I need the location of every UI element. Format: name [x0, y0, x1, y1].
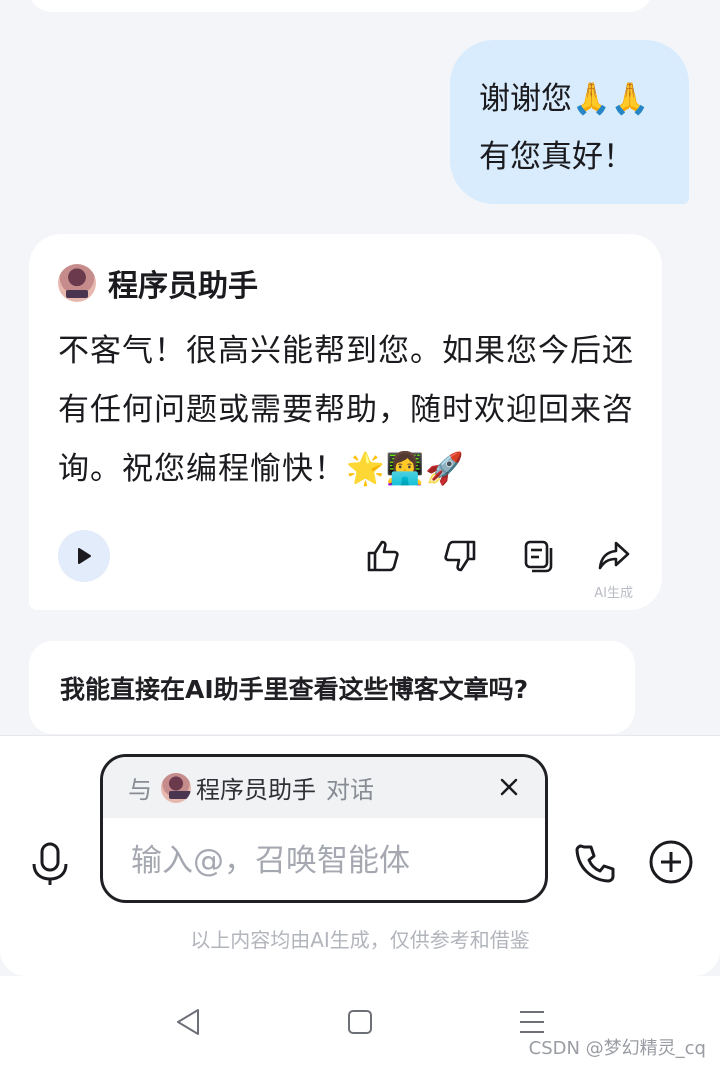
- user-message-line-2: 有您真好！: [479, 139, 634, 175]
- thumbs-up-icon[interactable]: [366, 539, 400, 573]
- assistant-header: 程序员助手: [58, 261, 258, 305]
- agent-context-chip: 与 程序员助手 对话: [103, 757, 545, 818]
- microphone-icon[interactable]: [30, 842, 70, 886]
- close-icon[interactable]: [499, 777, 519, 797]
- play-audio-button[interactable]: [58, 530, 110, 582]
- play-icon: [78, 548, 91, 564]
- chip-agent-avatar: [161, 772, 191, 803]
- chip-prefix: 与: [128, 776, 152, 804]
- phone-icon[interactable]: [575, 843, 619, 887]
- user-message-bubble: 谢谢您🙏🙏 有您真好！: [450, 40, 689, 204]
- assistant-name: 程序员助手: [108, 269, 258, 304]
- chip-suffix: 对话: [326, 776, 374, 804]
- message-input[interactable]: [131, 843, 521, 879]
- back-nav-icon[interactable]: [175, 1008, 201, 1036]
- home-nav-icon[interactable]: [347, 1009, 373, 1035]
- ai-generated-label: AI生成: [594, 586, 633, 601]
- assistant-message-card: 程序员助手 不客气！很高兴能帮到您。如果您今后还有任何问题或需要帮助，随时欢迎回…: [29, 234, 662, 610]
- ai-disclaimer: 以上内容均由AI生成，仅供参考和借鉴: [190, 928, 530, 952]
- thumbs-down-icon[interactable]: [443, 539, 477, 573]
- suggested-question-card[interactable]: 我能直接在AI助手里查看这些博客文章吗?: [29, 641, 635, 734]
- assistant-message-text: 不客气！很高兴能帮到您。如果您今后还有任何问题或需要帮助，随时欢迎回来咨询。祝您…: [58, 333, 634, 487]
- copy-icon[interactable]: [522, 539, 556, 573]
- chip-agent-name: 程序员助手: [196, 776, 316, 804]
- previous-message-card: [28, 0, 653, 12]
- add-icon[interactable]: [648, 839, 694, 885]
- menu-nav-icon[interactable]: [519, 1010, 545, 1034]
- assistant-avatar: [58, 264, 96, 302]
- user-message-line-1: 谢谢您🙏🙏: [479, 81, 650, 117]
- csdn-watermark: CSDN @梦幻精灵_cq: [528, 1038, 706, 1059]
- message-input-box[interactable]: 与 程序员助手 对话: [100, 754, 548, 903]
- share-icon[interactable]: [597, 539, 631, 573]
- suggested-question-text: 我能直接在AI助手里查看这些博客文章吗?: [60, 674, 529, 704]
